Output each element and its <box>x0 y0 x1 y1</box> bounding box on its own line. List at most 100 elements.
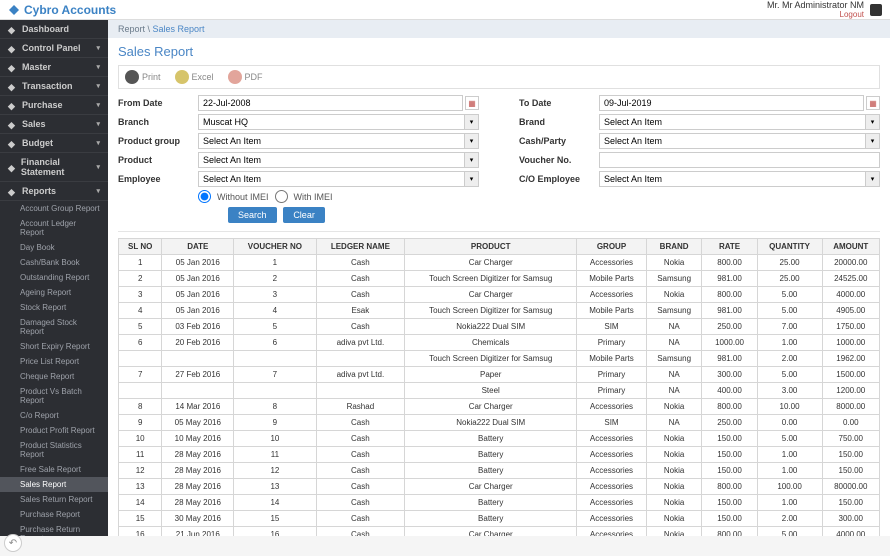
table-row[interactable]: Touch Screen Digitizer for SamsugMobile … <box>119 351 880 367</box>
sidebar-sub-product-statistics-report[interactable]: Product Statistics Report <box>0 438 108 462</box>
co-employee-select[interactable] <box>599 171 866 187</box>
table-row[interactable]: 1621 Jun 201616CashCar ChargerAccessorie… <box>119 527 880 537</box>
table-row[interactable]: 405 Jan 20164EsakTouch Screen Digitizer … <box>119 303 880 319</box>
cell: 8 <box>119 399 162 415</box>
collapse-sidebar-button[interactable]: ↶ <box>4 534 22 552</box>
sidebar-sub-damaged-stock-report[interactable]: Damaged Stock Report <box>0 315 108 339</box>
sidebar-item-purchase[interactable]: ◆Purchase▾ <box>0 96 108 115</box>
sidebar-item-budget[interactable]: ◆Budget▾ <box>0 134 108 153</box>
sidebar-sub-sales-report[interactable]: Sales Report <box>0 477 108 492</box>
sidebar-item-transaction[interactable]: ◆Transaction▾ <box>0 77 108 96</box>
cell: 05 Jan 2016 <box>162 255 234 271</box>
sidebar-sub-purchase-report[interactable]: Purchase Report <box>0 507 108 522</box>
cell: Samsung <box>646 271 702 287</box>
product-group-select[interactable] <box>198 133 465 149</box>
cell: NA <box>646 415 702 431</box>
excel-button[interactable]: Excel <box>175 70 214 84</box>
table-row[interactable]: 1428 May 201614CashBatteryAccessoriesNok… <box>119 495 880 511</box>
print-button[interactable]: Print <box>125 70 161 84</box>
sidebar-sub-cash-bank-book[interactable]: Cash/Bank Book <box>0 255 108 270</box>
cell: 8000.00 <box>822 399 879 415</box>
dropdown-icon[interactable]: ▾ <box>866 114 880 130</box>
user-icon[interactable] <box>870 4 882 16</box>
dropdown-icon[interactable]: ▾ <box>866 171 880 187</box>
table-row[interactable]: 105 Jan 20161CashCar ChargerAccessoriesN… <box>119 255 880 271</box>
sidebar-sub-price-list-report[interactable]: Price List Report <box>0 354 108 369</box>
with-imei-radio[interactable] <box>275 190 288 203</box>
sidebar-item-control-panel[interactable]: ◆Control Panel▾ <box>0 39 108 58</box>
dropdown-icon[interactable]: ▾ <box>866 133 880 149</box>
export-toolbar: Print Excel PDF <box>118 65 880 89</box>
table-row[interactable]: 1010 May 201610CashBatteryAccessoriesNok… <box>119 431 880 447</box>
product-select[interactable] <box>198 152 465 168</box>
cell: Cash <box>316 255 405 271</box>
sidebar-item-dashboard[interactable]: ◆Dashboard <box>0 20 108 39</box>
sidebar-item-master[interactable]: ◆Master▾ <box>0 58 108 77</box>
table-row[interactable]: 905 May 20169CashNokia222 Dual SIMSIMNA2… <box>119 415 880 431</box>
dropdown-icon[interactable]: ▾ <box>465 133 479 149</box>
cell: Car Charger <box>405 399 577 415</box>
pdf-button[interactable]: PDF <box>228 70 263 84</box>
logout-link[interactable]: Logout <box>767 10 864 19</box>
table-row[interactable]: SteelPrimaryNA400.003.001200.00 <box>119 383 880 399</box>
dropdown-icon[interactable]: ▾ <box>465 171 479 187</box>
table-row[interactable]: 1530 May 201615CashBatteryAccessoriesNok… <box>119 511 880 527</box>
dropdown-icon[interactable]: ▾ <box>465 152 479 168</box>
cell: adiva pvt Ltd. <box>316 335 405 351</box>
sidebar-sub-short-expiry-report[interactable]: Short Expiry Report <box>0 339 108 354</box>
sidebar-sub-free-sale-report[interactable]: Free Sale Report <box>0 462 108 477</box>
without-imei-radio[interactable] <box>198 190 211 203</box>
sidebar-sub-outstanding-report[interactable]: Outstanding Report <box>0 270 108 285</box>
sidebar-sub-account-group-report[interactable]: Account Group Report <box>0 201 108 216</box>
table-row[interactable]: 503 Feb 20165CashNokia222 Dual SIMSIMNA2… <box>119 319 880 335</box>
sidebar-sub-stock-report[interactable]: Stock Report <box>0 300 108 315</box>
table-row[interactable]: 305 Jan 20163CashCar ChargerAccessoriesN… <box>119 287 880 303</box>
sidebar-sub-account-ledger-report[interactable]: Account Ledger Report <box>0 216 108 240</box>
cart-icon: ◆ <box>8 101 16 109</box>
sidebar-item-reports[interactable]: ◆Reports▾ <box>0 182 108 201</box>
cell: Battery <box>405 463 577 479</box>
cell: Samsung <box>646 351 702 367</box>
table-row[interactable]: 1328 May 201613CashCar ChargerAccessorie… <box>119 479 880 495</box>
brand-logo[interactable]: Cybro Accounts <box>8 3 116 17</box>
cell: Nokia <box>646 479 702 495</box>
cell <box>162 351 234 367</box>
sidebar-item-financial-statement[interactable]: ◆Financial Statement▾ <box>0 153 108 182</box>
voucher-no-input[interactable] <box>599 152 880 168</box>
table-row[interactable]: 1228 May 201612CashBatteryAccessoriesNok… <box>119 463 880 479</box>
breadcrumb-parent[interactable]: Report <box>118 24 145 34</box>
from-date-input[interactable] <box>198 95 463 111</box>
sidebar-sub-c-o-report[interactable]: C/o Report <box>0 408 108 423</box>
topbar: Cybro Accounts Mr. Mr Administrator NM L… <box>0 0 890 20</box>
calendar-icon[interactable]: ▦ <box>465 96 479 110</box>
table-row[interactable]: 814 Mar 20168RashadCar ChargerAccessorie… <box>119 399 880 415</box>
table-row[interactable]: 620 Feb 20166adiva pvt Ltd.ChemicalsPrim… <box>119 335 880 351</box>
to-date-input[interactable] <box>599 95 864 111</box>
cell: 150.00 <box>822 495 879 511</box>
brand-select[interactable] <box>599 114 866 130</box>
col-header: RATE <box>702 239 757 255</box>
cash-party-select[interactable] <box>599 133 866 149</box>
cell: 16 <box>119 527 162 537</box>
cell: 150.00 <box>822 447 879 463</box>
table-row[interactable]: 727 Feb 20167adiva pvt Ltd.PaperPrimaryN… <box>119 367 880 383</box>
branch-select[interactable] <box>198 114 465 130</box>
calendar-icon[interactable]: ▦ <box>866 96 880 110</box>
sidebar-sub-sales-return-report[interactable]: Sales Return Report <box>0 492 108 507</box>
employee-select[interactable] <box>198 171 465 187</box>
table-row[interactable]: 205 Jan 20162CashTouch Screen Digitizer … <box>119 271 880 287</box>
sidebar-sub-product-profit-report[interactable]: Product Profit Report <box>0 423 108 438</box>
sidebar-sub-cheque-report[interactable]: Cheque Report <box>0 369 108 384</box>
table-row[interactable]: 1128 May 201611CashBatteryAccessoriesNok… <box>119 447 880 463</box>
sidebar-sub-day-book[interactable]: Day Book <box>0 240 108 255</box>
cell: Nokia222 Dual SIM <box>405 415 577 431</box>
search-button[interactable]: Search <box>228 207 277 223</box>
sidebar-sub-product-vs-batch-report[interactable]: Product Vs Batch Report <box>0 384 108 408</box>
cell: Primary <box>577 367 647 383</box>
cell: 2 <box>119 271 162 287</box>
sidebar-sub-ageing-report[interactable]: Ageing Report <box>0 285 108 300</box>
sidebar-item-sales[interactable]: ◆Sales▾ <box>0 115 108 134</box>
dropdown-icon[interactable]: ▾ <box>465 114 479 130</box>
cell: 13 <box>234 479 316 495</box>
clear-button[interactable]: Clear <box>283 207 325 223</box>
